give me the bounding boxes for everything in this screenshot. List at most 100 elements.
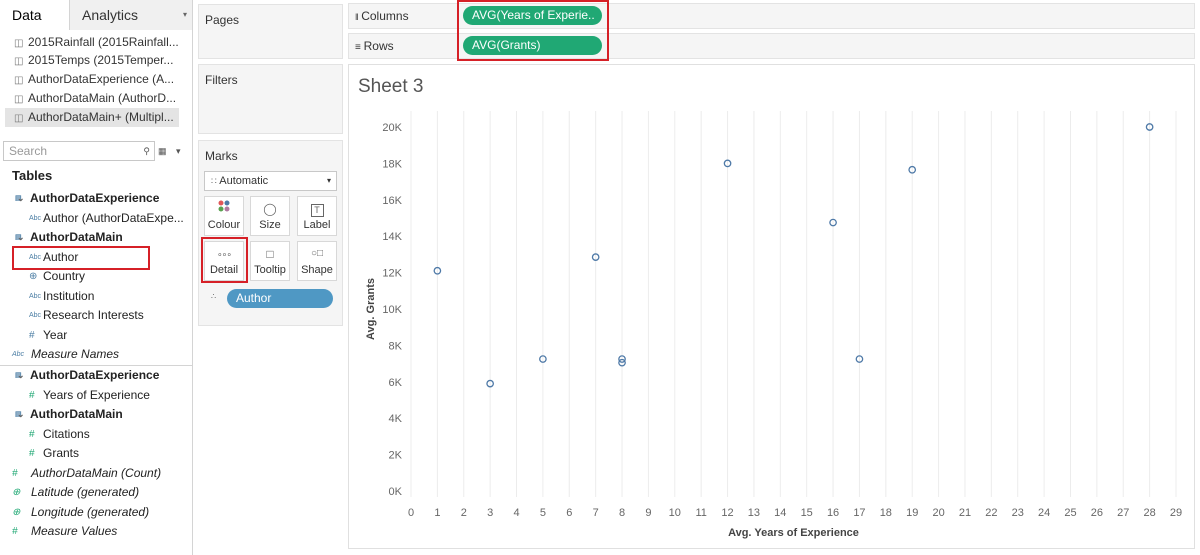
tab-menu-icon[interactable]: ▾ [183, 0, 187, 30]
y-tick-label: 6K [389, 377, 403, 389]
datasource-label: AuthorDataMain (AuthorD... [28, 91, 177, 105]
datasource-item[interactable]: ◫ 2015Rainfall (2015Rainfall... [14, 33, 188, 52]
datasource-icon: ◫ [14, 75, 24, 86]
mark-type-select[interactable]: ∷ Automatic ▾ [204, 171, 337, 191]
y-tick-label: 10K [382, 304, 402, 316]
tab-analytics[interactable]: Analytics ▾ [70, 0, 192, 30]
x-tick-label: 29 [1170, 507, 1182, 519]
field-label: Citations [43, 427, 90, 441]
field-latitude[interactable]: ⊕ Latitude (generated) [12, 483, 139, 502]
x-tick-label: 12 [721, 507, 733, 519]
x-tick-label: 20 [932, 507, 944, 519]
x-tick-label: 18 [880, 507, 892, 519]
field-research-interests[interactable]: Abc Research Interests [29, 306, 144, 325]
detail-pill[interactable]: Author [227, 289, 333, 308]
field-label: Years of Experience [43, 388, 150, 402]
collapse-icon[interactable]: ⌄ [17, 228, 25, 247]
collapse-icon[interactable]: ⌄ [17, 189, 25, 208]
field-label: AuthorDataMain (Count) [31, 466, 162, 480]
field-measure-names[interactable]: Abc Measure Names [12, 345, 119, 364]
field-label: Measure Values [31, 524, 118, 538]
highlight-box [201, 237, 248, 283]
columns-shelf-label: ‖ Columns [355, 9, 409, 23]
y-tick-label: 16K [382, 195, 402, 207]
pages-title: Pages [205, 13, 240, 27]
field-label: Latitude (generated) [31, 485, 140, 499]
field-citations[interactable]: # Citations [29, 425, 90, 444]
chevron-down-icon: ▾ [326, 176, 331, 185]
x-tick-label: 2 [461, 507, 467, 519]
field-count[interactable]: # AuthorDataMain (Count) [12, 464, 161, 483]
datasource-item[interactable]: ◫ AuthorDataExperience (A... [14, 70, 188, 89]
y-axis-label: Avg. Grants [365, 278, 377, 340]
field-table-group[interactable]: ⌄ ▤ AuthorDataMain [15, 228, 123, 247]
x-tick-label: 27 [1117, 507, 1129, 519]
x-tick-label: 7 [593, 507, 599, 519]
colour-button[interactable]: Colour [204, 196, 244, 236]
rows-icon: ≡ [355, 42, 364, 53]
datasource-item[interactable]: ◫ 2015Temps (2015Temper... [14, 51, 188, 70]
field-table-group[interactable]: ⌄ ▤ AuthorDataMain [15, 405, 123, 424]
field-year[interactable]: # Year [29, 326, 67, 345]
field-measure-values[interactable]: # Measure Values [12, 522, 117, 541]
abc-icon: Abc [29, 215, 42, 223]
field-label: Research Interests [43, 308, 144, 322]
x-tick-label: 25 [1064, 507, 1076, 519]
datasource-item-selected[interactable]: ◫ AuthorDataMain+ (Multipl... [5, 108, 179, 127]
datasource-label: 2015Temps (2015Temper... [28, 53, 174, 67]
hash-icon: # [29, 448, 35, 460]
y-tick-label: 18K [382, 158, 402, 170]
size-button[interactable]: ◯ Size [250, 196, 290, 236]
marks-title: Marks [205, 149, 238, 163]
x-tick-label: 11 [695, 507, 706, 519]
x-tick-label: 6 [566, 507, 572, 519]
field-label: Institution [43, 289, 95, 303]
field-table-group[interactable]: ⌄ ▤ AuthorDataExperience [15, 189, 159, 208]
label-button[interactable]: T Label [297, 196, 337, 236]
mark-type-icon: ∷ [211, 176, 220, 186]
chevron-down-icon[interactable]: ▾ [176, 141, 181, 161]
x-tick-label: 15 [801, 507, 813, 519]
size-icon: ◯ [263, 202, 277, 216]
tab-data[interactable]: Data [0, 0, 70, 30]
y-tick-label: 2K [389, 450, 403, 462]
y-tick-label: 12K [382, 268, 402, 280]
palette-icon [205, 197, 243, 219]
rows-shelf-label: ≡ Rows [355, 39, 394, 53]
globe-icon: ⊕ [12, 507, 21, 519]
field-label: AuthorDataExperience [30, 368, 160, 382]
x-tick-label: 22 [985, 507, 997, 519]
y-tick-label: 20K [382, 122, 402, 134]
tables-header: Tables [12, 168, 53, 183]
collapse-icon[interactable]: ⌄ [17, 405, 25, 424]
text-icon: T [298, 197, 336, 219]
size-label: Size [259, 219, 281, 231]
field-institution[interactable]: Abc Institution [29, 287, 94, 306]
field-label: Country [43, 269, 86, 283]
highlight-box [12, 246, 150, 270]
x-tick-label: 3 [487, 507, 493, 519]
x-tick-label: 19 [906, 507, 918, 519]
filters-card[interactable]: Filters [198, 64, 343, 134]
field-label: Grants [43, 446, 80, 460]
x-tick-label: 23 [1012, 507, 1024, 519]
rows-shelf-text: Rows [363, 39, 394, 53]
field-longitude[interactable]: ⊕ Longitude (generated) [12, 503, 149, 522]
mark-type-value: Automatic [219, 175, 269, 187]
shape-button[interactable]: ○□ Shape [297, 241, 337, 281]
y-tick-label: 14K [382, 231, 402, 243]
field-author-experience[interactable]: Abc Author (AuthorDataExpe... [29, 209, 184, 228]
datasource-item[interactable]: ◫ AuthorDataMain (AuthorD... [14, 89, 188, 108]
abc-icon: Abc [29, 312, 42, 320]
collapse-icon[interactable]: ⌄ [17, 366, 25, 385]
y-tick-label: 8K [389, 340, 403, 352]
view-toggle-icon[interactable]: ▦ [158, 141, 167, 161]
pages-card[interactable]: Pages [198, 4, 343, 59]
x-axis-label: Avg. Years of Experience [728, 527, 859, 539]
field-table-group[interactable]: ⌄ ▤ AuthorDataExperience [15, 366, 160, 385]
field-years-of-experience[interactable]: # Years of Experience [29, 386, 150, 405]
tooltip-button[interactable]: □ Tooltip [250, 241, 290, 281]
field-grants[interactable]: # Grants [29, 444, 79, 463]
search-input[interactable]: Search ⚲ [3, 141, 155, 161]
columns-shelf-text: Columns [361, 9, 409, 23]
